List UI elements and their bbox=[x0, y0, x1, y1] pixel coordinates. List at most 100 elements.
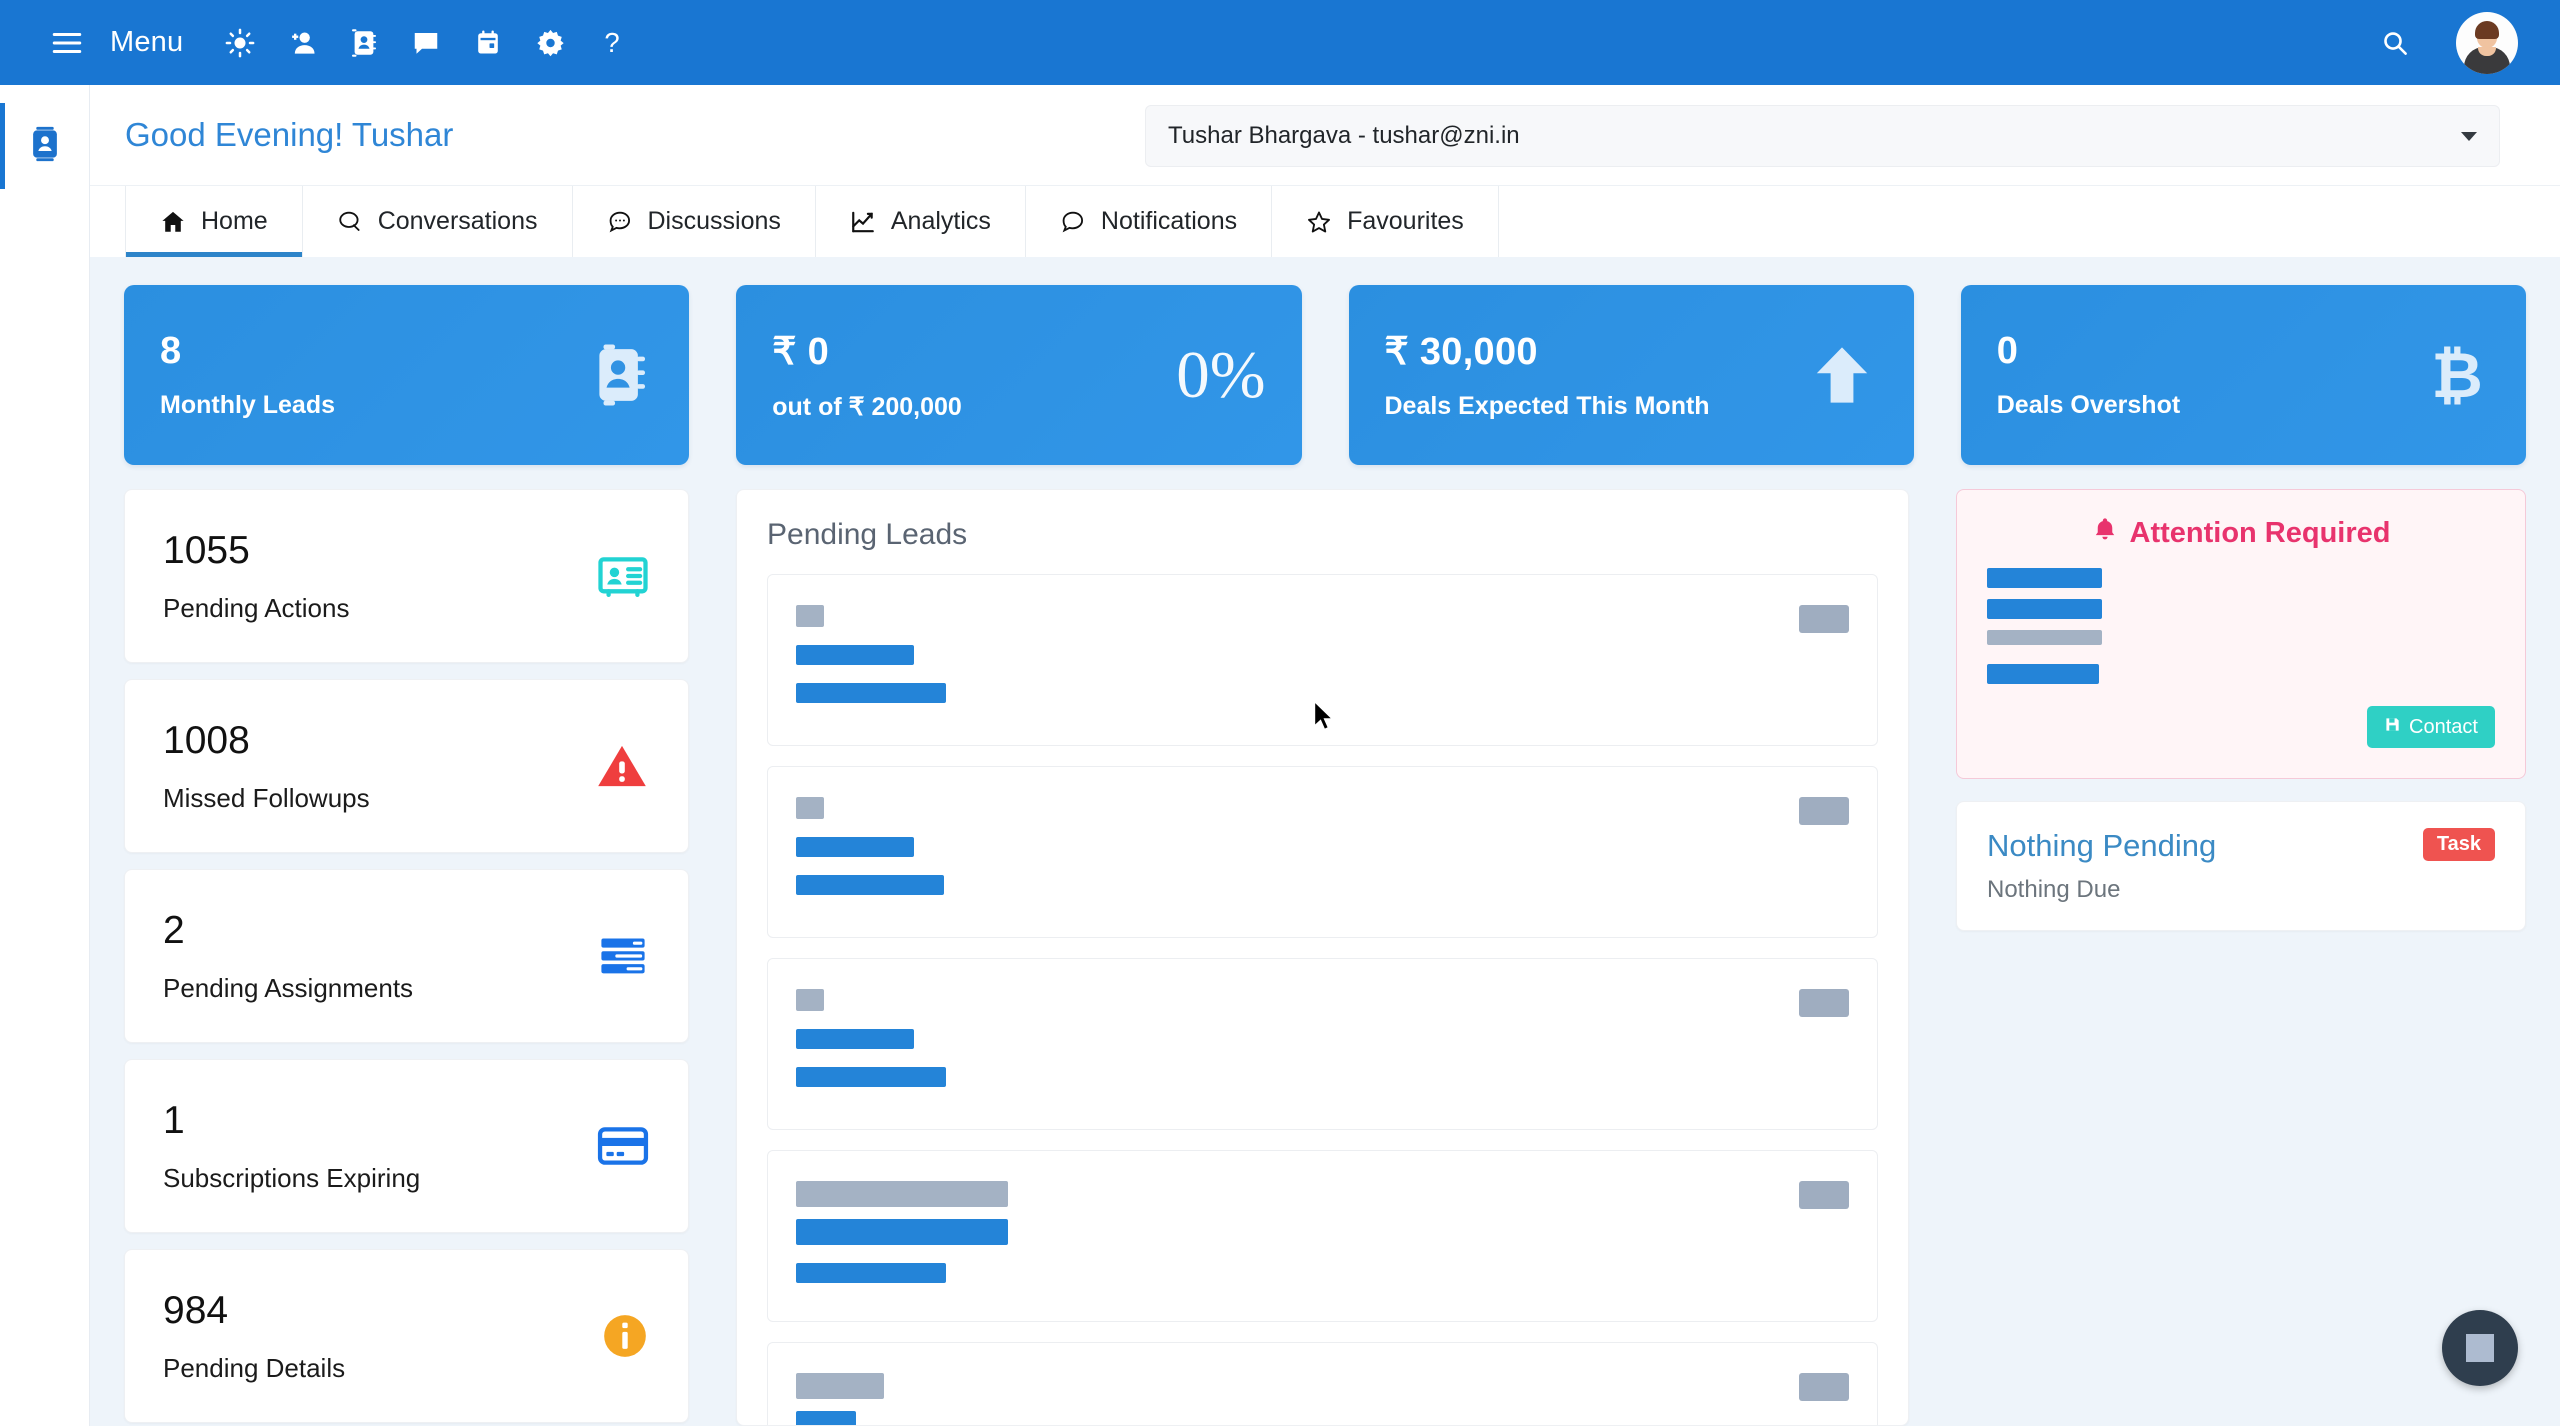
mini-stats-column: 1055 Pending Actions 1008 Missed Followu… bbox=[124, 489, 689, 1426]
kpi-deals-expected[interactable]: ₹ 30,000 Deals Expected This Month bbox=[1348, 285, 1914, 465]
mini-texts: 984 Pending Details bbox=[163, 1289, 345, 1384]
brightness-icon[interactable] bbox=[209, 12, 271, 74]
address-book-icon bbox=[587, 342, 653, 408]
bitcoin-icon: ₿ bbox=[2424, 342, 2490, 408]
kpi-label: Deals Overshot bbox=[1996, 391, 2181, 419]
mini-texts: 1008 Missed Followups bbox=[163, 719, 370, 814]
left-rail bbox=[0, 85, 90, 1426]
account-select[interactable]: Tushar Bhargava - tushar@zni.in bbox=[1145, 105, 2500, 167]
mini-card-missed-followups[interactable]: 1008 Missed Followups bbox=[124, 679, 689, 853]
kpi-row: 8 Monthly Leads ₹ 0 out of ₹ 200,000 0% … bbox=[124, 285, 2526, 465]
skeleton-bar bbox=[1987, 568, 2102, 588]
task-title: Nothing Pending bbox=[1987, 828, 2217, 863]
tab-label: Favourites bbox=[1347, 207, 1464, 235]
kpi-label: Monthly Leads bbox=[160, 391, 336, 419]
pending-leads-panel: Pending Leads bbox=[736, 489, 1909, 1426]
discussions-icon bbox=[607, 209, 633, 235]
dashboard-content: 8 Monthly Leads ₹ 0 out of ₹ 200,000 0% … bbox=[90, 257, 2560, 1426]
skeleton-bar bbox=[796, 605, 824, 627]
skeleton-badge bbox=[1799, 797, 1849, 825]
chat-icon[interactable] bbox=[395, 12, 457, 74]
hamburger-icon[interactable] bbox=[36, 12, 98, 74]
contact-book-icon[interactable] bbox=[26, 125, 64, 163]
greeting-strip: Good Evening! Tushar Tushar Bhargava - t… bbox=[90, 85, 2560, 185]
skeleton-bar bbox=[796, 1029, 914, 1049]
tab-discussions[interactable]: Discussions bbox=[573, 186, 816, 257]
skeleton-bar bbox=[1987, 664, 2099, 684]
mini-card-pending-assignments[interactable]: 2 Pending Assignments bbox=[124, 869, 689, 1043]
list-item[interactable] bbox=[767, 574, 1878, 746]
star-icon bbox=[1306, 209, 1332, 235]
status-badge: Task bbox=[2422, 828, 2495, 861]
tab-conversations[interactable]: Conversations bbox=[303, 186, 573, 257]
skeleton-bar bbox=[796, 645, 914, 665]
skeleton-badge bbox=[1799, 1373, 1849, 1401]
right-column: Attention Required Contact Nothing Pendi… bbox=[1956, 489, 2526, 1426]
tab-favourites[interactable]: Favourites bbox=[1272, 186, 1499, 257]
skeleton-group bbox=[796, 605, 946, 703]
search-icon[interactable] bbox=[2364, 12, 2426, 74]
add-person-icon[interactable] bbox=[271, 12, 333, 74]
mini-card-pending-details[interactable]: 984 Pending Details bbox=[124, 1249, 689, 1423]
kpi-monthly-leads[interactable]: 8 Monthly Leads bbox=[124, 285, 690, 465]
main-tabs: Home Conversations Discussions Analytics… bbox=[90, 185, 2560, 257]
mini-card-subscriptions-expiring[interactable]: 1 Subscriptions Expiring bbox=[124, 1059, 689, 1233]
skeleton-bar bbox=[796, 875, 944, 895]
up-arrow-icon bbox=[1806, 339, 1878, 411]
warning-triangle-icon bbox=[594, 738, 650, 794]
lower-grid: 1055 Pending Actions 1008 Missed Followu… bbox=[124, 489, 2526, 1426]
svg-text:?: ? bbox=[605, 28, 620, 58]
account-select-value: Tushar Bhargava - tushar@zni.in bbox=[1168, 122, 1520, 149]
stop-recording-button[interactable] bbox=[2442, 1310, 2518, 1386]
kpi-value: 8 bbox=[160, 330, 182, 372]
kpi-percent-value: 0% bbox=[1176, 337, 1266, 412]
conversations-icon bbox=[337, 209, 363, 235]
list-item[interactable] bbox=[767, 958, 1878, 1130]
contact-button[interactable]: Contact bbox=[2367, 706, 2495, 748]
calendar-icon[interactable] bbox=[457, 12, 519, 74]
kpi-texts: 0 Deals Overshot bbox=[1997, 330, 2180, 420]
attention-title: Attention Required bbox=[1987, 516, 2495, 550]
mini-value: 1055 bbox=[163, 528, 250, 572]
mini-texts: 1 Subscriptions Expiring bbox=[163, 1099, 420, 1194]
kpi-value: ₹ 30,000 bbox=[1384, 331, 1538, 373]
mini-card-pending-actions[interactable]: 1055 Pending Actions bbox=[124, 489, 689, 663]
info-circle-icon bbox=[600, 1311, 650, 1361]
skeleton-bar bbox=[796, 1411, 856, 1425]
topbar-right-group bbox=[2364, 11, 2524, 74]
tab-notifications[interactable]: Notifications bbox=[1026, 186, 1273, 257]
list-item[interactable] bbox=[767, 1150, 1878, 1322]
tab-analytics[interactable]: Analytics bbox=[816, 186, 1026, 257]
mini-label: Pending Actions bbox=[163, 592, 350, 623]
menu-label[interactable]: Menu bbox=[110, 26, 183, 59]
attention-skeleton-group bbox=[1987, 568, 2495, 684]
attention-required-panel: Attention Required Contact bbox=[1956, 489, 2526, 779]
tab-home[interactable]: Home bbox=[125, 186, 303, 257]
skeleton-bar bbox=[796, 683, 946, 703]
task-card[interactable]: Nothing Pending Nothing Due Task bbox=[1956, 801, 2526, 931]
kpi-revenue-target[interactable]: ₹ 0 out of ₹ 200,000 0% bbox=[736, 285, 1302, 465]
help-icon[interactable]: ? bbox=[581, 12, 643, 74]
list-item[interactable] bbox=[767, 1342, 1878, 1425]
kpi-value: 0 bbox=[1996, 330, 2019, 372]
contact-book-icon[interactable] bbox=[333, 12, 395, 74]
kpi-texts: ₹ 0 out of ₹ 200,000 bbox=[772, 329, 962, 422]
kpi-deals-overshot[interactable]: 0 Deals Overshot ₿ bbox=[1960, 285, 2526, 465]
skeleton-badge bbox=[1799, 605, 1849, 633]
mini-label: Pending Details bbox=[163, 1352, 346, 1383]
list-rows-icon bbox=[596, 929, 650, 983]
gear-icon[interactable] bbox=[519, 12, 581, 74]
avatar[interactable] bbox=[2456, 11, 2518, 74]
page-title: Good Evening! Tushar bbox=[125, 116, 454, 153]
mini-value: 1008 bbox=[163, 718, 250, 762]
list-item[interactable] bbox=[767, 766, 1878, 938]
skeleton-bar bbox=[796, 797, 824, 819]
contact-button-label: Contact bbox=[2409, 715, 2478, 738]
page-canvas: Good Evening! Tushar Tushar Bhargava - t… bbox=[90, 85, 2560, 1426]
avatar-illustration bbox=[2456, 12, 2518, 74]
skeleton-group bbox=[796, 1373, 948, 1425]
mini-value: 984 bbox=[163, 1288, 229, 1332]
tab-label: Discussions bbox=[647, 207, 781, 235]
mini-label: Missed Followups bbox=[163, 782, 370, 813]
task-subtitle: Nothing Due bbox=[1987, 876, 2121, 903]
